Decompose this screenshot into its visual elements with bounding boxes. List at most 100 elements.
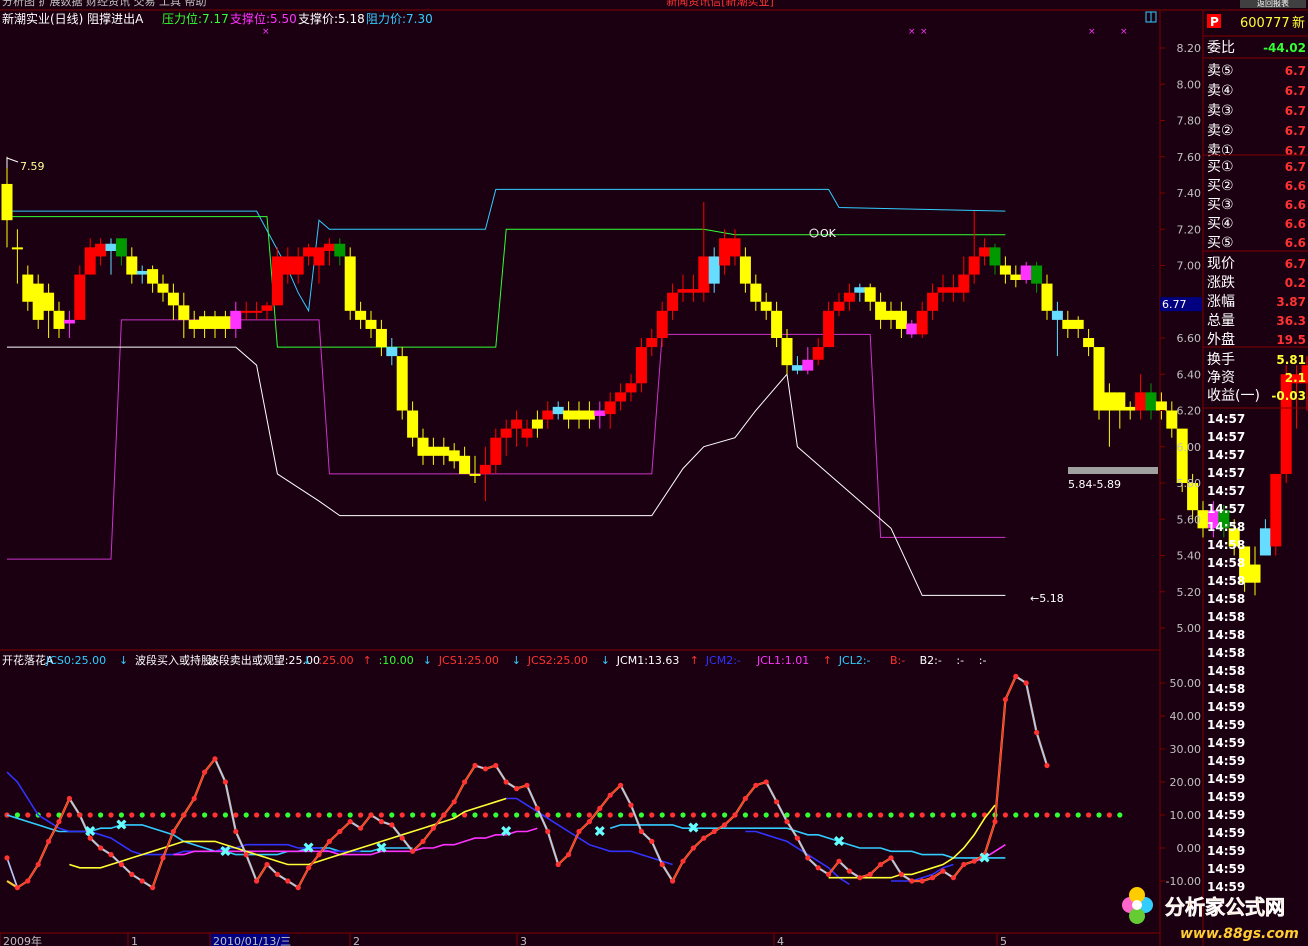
jcs1-point xyxy=(753,782,759,788)
stock-chart-window: 分析图 扩展数据 财经资讯 交易 工具 帮助 新闻资讯信[新潮实业] 返回报表 … xyxy=(0,0,1308,946)
falling-segment xyxy=(224,781,237,832)
candle xyxy=(448,443,460,469)
candle-body xyxy=(1155,401,1167,411)
jcs1-point xyxy=(46,838,52,845)
stat-value: 19.5 xyxy=(1276,333,1306,347)
candle-body xyxy=(115,238,127,257)
candle xyxy=(1010,265,1022,288)
price-tick-label: 6.00 xyxy=(1177,441,1202,454)
buy-level-value: 6.6 xyxy=(1285,217,1306,231)
candle xyxy=(1051,301,1063,357)
candle-body xyxy=(843,292,855,302)
constant-dot xyxy=(337,812,343,818)
candle xyxy=(178,292,190,338)
candle xyxy=(635,338,647,393)
candle-body xyxy=(781,338,793,366)
candle-body xyxy=(313,247,325,266)
candle-body xyxy=(1062,319,1074,329)
candle-body xyxy=(760,301,772,311)
candle-body xyxy=(875,301,887,320)
price-tick-label: 7.60 xyxy=(1177,151,1202,164)
candle-body xyxy=(927,292,939,311)
jcs1-point xyxy=(1023,680,1029,686)
jcs1-point xyxy=(4,855,10,861)
top-star-icon: × xyxy=(1120,27,1128,37)
constant-dot xyxy=(524,812,530,818)
candle xyxy=(667,283,679,320)
constant-dot xyxy=(638,812,645,818)
candle-body xyxy=(32,283,44,320)
maximize-icon[interactable] xyxy=(1145,11,1157,23)
menu-fragments[interactable]: 分析图 扩展数据 财经资讯 交易 工具 帮助 xyxy=(2,0,206,8)
candle-body xyxy=(968,256,980,275)
jcs1-point xyxy=(690,845,697,851)
candle-body xyxy=(583,410,595,420)
candle-body xyxy=(209,316,221,329)
candle xyxy=(656,301,668,348)
constant-dot xyxy=(888,812,894,818)
return-button-label[interactable]: 返回报表 xyxy=(1257,0,1289,8)
indicator-panel-header: 开花落花AJCS0:25.00 ↓ 波段买入或持股:-波段卖出或观望:25.00↓:… xyxy=(2,653,987,667)
candle-body xyxy=(677,289,689,293)
date-label: 3 xyxy=(520,935,527,946)
candle xyxy=(1,156,13,248)
jcs1-point xyxy=(326,838,332,845)
candle xyxy=(22,265,34,311)
candle-body xyxy=(854,287,866,293)
candle-body xyxy=(417,437,429,456)
candle xyxy=(95,238,107,266)
candle xyxy=(511,410,523,447)
jcs1-point xyxy=(170,828,176,835)
jcs1-point xyxy=(233,828,239,835)
constant-dot xyxy=(503,812,509,818)
candle xyxy=(344,247,356,320)
candle-body xyxy=(1041,283,1053,311)
candle xyxy=(1124,401,1136,420)
candle-body xyxy=(604,401,616,415)
candle-body xyxy=(771,310,783,338)
stat-value: 0.2 xyxy=(1285,276,1306,290)
buy-level-label: 买② xyxy=(1207,178,1234,194)
indicator-tick-label: -10.00 xyxy=(1166,875,1201,888)
candle-body xyxy=(334,243,346,257)
cross-marker-icon: ✖ xyxy=(115,816,128,834)
candle-body xyxy=(22,274,34,302)
top-star-icon: × xyxy=(908,27,916,37)
candle xyxy=(1145,383,1157,420)
candle-body xyxy=(43,292,55,311)
jcs1-point xyxy=(118,861,124,868)
constant-dot xyxy=(420,812,426,818)
candle-body xyxy=(1020,265,1032,280)
candle-body xyxy=(365,319,377,329)
falling-segment xyxy=(214,758,227,783)
constant-dot xyxy=(898,812,905,818)
tick-time: 14:57 xyxy=(1207,466,1245,480)
indicator-header-item: :25.00 xyxy=(318,654,353,667)
candle xyxy=(292,247,304,284)
high-marker-icon xyxy=(6,157,19,168)
price-tick-label: 7.80 xyxy=(1177,115,1202,128)
candle xyxy=(323,238,335,266)
stock-code: 600777 xyxy=(1240,16,1290,31)
indicator-tick-label: 30.00 xyxy=(1170,743,1202,756)
down-arrow-icon: ↓ xyxy=(601,654,610,667)
falling-segment xyxy=(1025,682,1038,733)
candle xyxy=(1155,392,1167,420)
quote-panel: P 600777 新委比 -44.02 卖⑤ 6.7 卖④ 6.7 卖③ 6.7 卖② 6.7 卖① 6.… xyxy=(1203,14,1308,894)
constant-dot xyxy=(14,812,20,818)
candle xyxy=(32,274,44,329)
jcs1-point xyxy=(763,779,769,785)
constant-dot xyxy=(212,812,218,818)
price-tick-label: 6.20 xyxy=(1177,405,1202,418)
candle-body xyxy=(188,319,200,329)
candle-body xyxy=(542,410,554,420)
indicator-header-item: :10.00 xyxy=(379,654,414,667)
candle xyxy=(136,265,148,284)
constant-dot xyxy=(836,812,842,818)
candle xyxy=(1259,519,1271,556)
jcs1-point xyxy=(503,779,509,785)
candle-body xyxy=(739,256,751,284)
constant-dot xyxy=(410,812,416,818)
candle xyxy=(1114,392,1126,429)
jcs1-point xyxy=(649,838,655,845)
